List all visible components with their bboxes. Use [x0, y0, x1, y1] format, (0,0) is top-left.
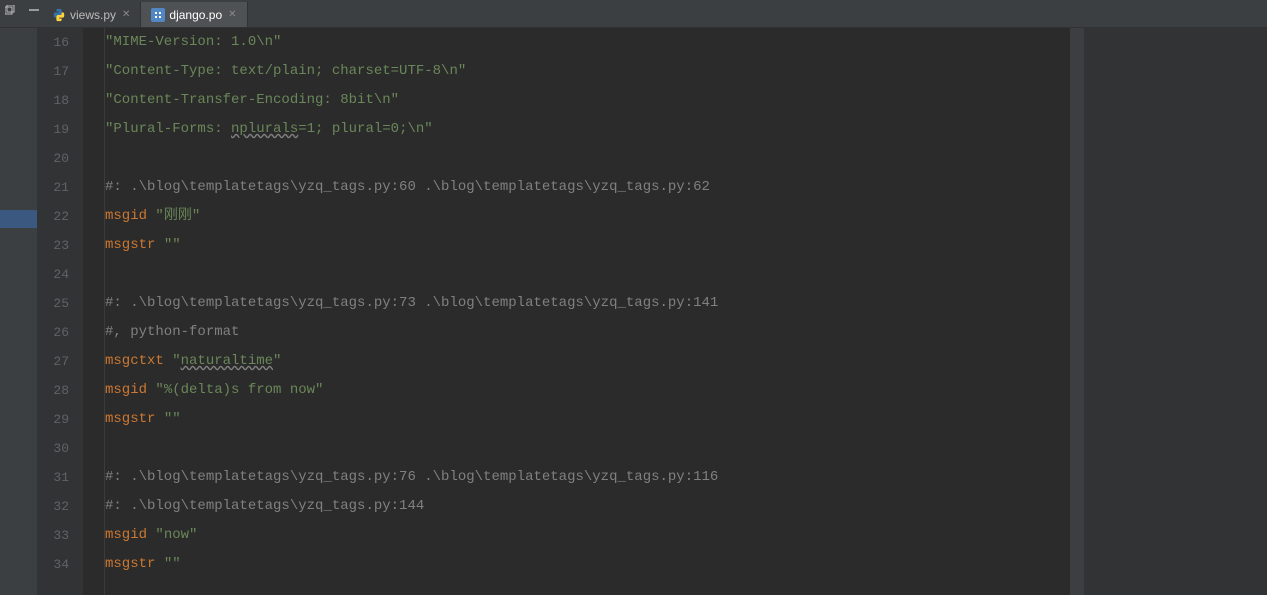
code-line[interactable]: msgid "%(delta)s from now": [105, 376, 1070, 405]
code-line[interactable]: msgctxt "naturaltime": [105, 347, 1070, 376]
code-editor[interactable]: "MIME-Version: 1.0\n" "Content-Type: text…: [105, 28, 1070, 595]
code-token: ": [273, 353, 281, 369]
code-line[interactable]: #, python-format: [105, 318, 1070, 347]
python-file-icon: [52, 8, 66, 22]
code-token: "MIME-Version: 1.0\n": [105, 34, 281, 50]
code-line[interactable]: [105, 144, 1070, 173]
line-number[interactable]: 16: [37, 28, 69, 57]
code-line[interactable]: #: .\blog\templatetags\yzq_tags.py:73 .\…: [105, 289, 1070, 318]
editor-pane: 16171819202122232425262728293031323334 "…: [37, 28, 1267, 595]
tool-window-strip[interactable]: [0, 28, 37, 595]
code-token: =1; plural=0;\n": [298, 121, 432, 137]
line-number[interactable]: 32: [37, 492, 69, 521]
code-token: "": [164, 237, 181, 253]
code-token: "": [164, 411, 181, 427]
code-line[interactable]: "Plural-Forms: nplurals=1; plural=0;\n": [105, 115, 1070, 144]
code-token: msgstr: [105, 556, 164, 572]
file-tab-django-po[interactable]: django.po ✕: [141, 2, 247, 27]
code-line[interactable]: "Content-Type: text/plain; charset=UTF-8…: [105, 57, 1070, 86]
line-number[interactable]: 34: [37, 550, 69, 579]
code-token: msgstr: [105, 411, 164, 427]
code-token: naturaltime: [181, 353, 273, 369]
code-token: msgctxt: [105, 353, 172, 369]
line-number[interactable]: 26: [37, 318, 69, 347]
code-line[interactable]: msgstr "": [105, 550, 1070, 579]
code-token: msgid: [105, 208, 155, 224]
code-line[interactable]: #: .\blog\templatetags\yzq_tags.py:144: [105, 492, 1070, 521]
code-token: msgid: [105, 382, 155, 398]
code-line[interactable]: "MIME-Version: 1.0\n": [105, 28, 1070, 57]
gutter-highlight: [0, 210, 37, 228]
code-token: #, python-format: [105, 324, 239, 340]
line-number[interactable]: 31: [37, 463, 69, 492]
code-token: #: .\blog\templatetags\yzq_tags.py:76 .\…: [105, 469, 718, 485]
code-line[interactable]: msgstr "": [105, 405, 1070, 434]
line-number[interactable]: 20: [37, 144, 69, 173]
tab-bar: views.py ✕ django.po ✕: [0, 2, 1267, 28]
code-token: "Content-Transfer-Encoding: 8bit\n": [105, 92, 399, 108]
code-token: "Content-Type: text/plain; charset=UTF-8…: [105, 63, 466, 79]
line-number[interactable]: 18: [37, 86, 69, 115]
close-icon[interactable]: ✕: [226, 9, 236, 20]
indent-guide: [83, 28, 105, 595]
code-token: "Plural-Forms:: [105, 121, 231, 137]
tab-label: views.py: [70, 8, 116, 22]
line-number[interactable]: 29: [37, 405, 69, 434]
editor-right-panel: [1084, 28, 1267, 595]
code-token: #: .\blog\templatetags\yzq_tags.py:60 .\…: [105, 179, 710, 195]
line-number-gutter[interactable]: 16171819202122232425262728293031323334: [37, 28, 83, 595]
tab-label: django.po: [169, 8, 222, 22]
close-icon[interactable]: ✕: [120, 9, 130, 20]
line-number[interactable]: 25: [37, 289, 69, 318]
code-line[interactable]: msgid "now": [105, 521, 1070, 550]
file-tab-views-py[interactable]: views.py ✕: [42, 2, 141, 27]
code-line[interactable]: #: .\blog\templatetags\yzq_tags.py:76 .\…: [105, 463, 1070, 492]
line-number[interactable]: 17: [37, 57, 69, 86]
code-token: "now": [155, 527, 197, 543]
code-token: msgid: [105, 527, 155, 543]
line-number[interactable]: 24: [37, 260, 69, 289]
code-token: #: .\blog\templatetags\yzq_tags.py:73 .\…: [105, 295, 718, 311]
line-number[interactable]: 27: [37, 347, 69, 376]
line-number[interactable]: 23: [37, 231, 69, 260]
line-number[interactable]: 33: [37, 521, 69, 550]
line-number[interactable]: 30: [37, 434, 69, 463]
code-token: #: .\blog\templatetags\yzq_tags.py:144: [105, 498, 424, 514]
code-token: "": [164, 556, 181, 572]
line-number[interactable]: 21: [37, 173, 69, 202]
line-number[interactable]: 28: [37, 376, 69, 405]
code-token: ": [172, 353, 180, 369]
code-line[interactable]: [105, 434, 1070, 463]
po-file-icon: [151, 8, 165, 22]
code-line[interactable]: "Content-Transfer-Encoding: 8bit\n": [105, 86, 1070, 115]
code-line[interactable]: msgstr "": [105, 231, 1070, 260]
line-number[interactable]: 22: [37, 202, 69, 231]
code-token: "%(delta)s from now": [155, 382, 323, 398]
minimize-icon[interactable]: [26, 2, 42, 18]
code-line[interactable]: [105, 260, 1070, 289]
code-token: nplurals: [231, 121, 298, 137]
line-number[interactable]: 19: [37, 115, 69, 144]
restore-window-icon[interactable]: [2, 2, 18, 18]
code-line[interactable]: msgid "刚刚": [105, 202, 1070, 231]
code-token: "刚刚": [155, 208, 200, 224]
code-line[interactable]: #: .\blog\templatetags\yzq_tags.py:60 .\…: [105, 173, 1070, 202]
code-token: msgstr: [105, 237, 164, 253]
vertical-scrollbar[interactable]: [1070, 28, 1084, 595]
